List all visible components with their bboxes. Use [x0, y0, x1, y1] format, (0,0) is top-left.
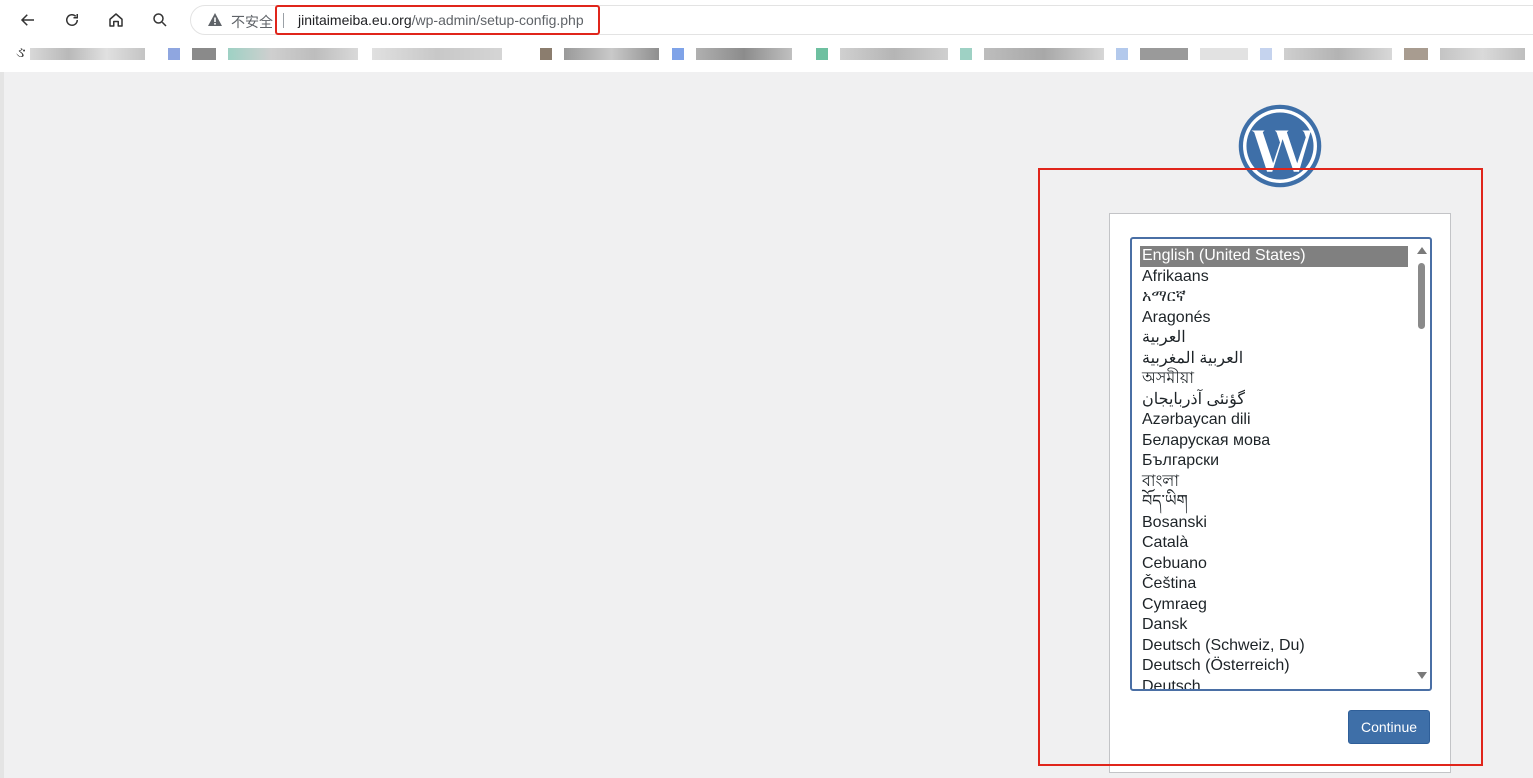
bookmark-item[interactable]: [168, 48, 180, 60]
bookmark-item[interactable]: [696, 48, 792, 60]
setup-highlight-box: [1038, 168, 1483, 766]
bookmark-glyph[interactable]: ઙ: [16, 44, 26, 61]
bookmark-item[interactable]: [564, 48, 659, 60]
bookmark-item[interactable]: [1404, 48, 1428, 60]
chrome-border: [0, 68, 1533, 72]
bookmark-item[interactable]: [1260, 48, 1272, 60]
bookmark-item[interactable]: [984, 48, 1104, 60]
bookmark-item[interactable]: [1200, 48, 1248, 60]
bookmark-item[interactable]: [1284, 48, 1392, 60]
reload-button[interactable]: [58, 6, 86, 34]
window-edge: [0, 72, 4, 778]
browser-toolbar: 不安全 jinitaimeiba.eu.org/wp-admin/setup-c…: [0, 0, 1533, 40]
bookmark-item[interactable]: [192, 48, 216, 60]
home-button[interactable]: [102, 6, 130, 34]
bookmark-item[interactable]: [816, 48, 828, 60]
back-arrow-icon: [20, 14, 34, 26]
bookmark-item[interactable]: [1116, 48, 1128, 60]
search-button[interactable]: [146, 6, 174, 34]
warning-icon: [208, 13, 222, 26]
reload-icon: [66, 14, 78, 26]
bookmark-item[interactable]: [228, 48, 358, 60]
url-highlight-box: [275, 5, 600, 35]
bookmark-item[interactable]: [372, 48, 502, 60]
back-button[interactable]: [14, 6, 42, 34]
bookmark-item[interactable]: [840, 48, 948, 60]
bookmark-item[interactable]: [1440, 48, 1525, 60]
search-icon: [153, 13, 167, 27]
bookmark-item[interactable]: [1140, 48, 1188, 60]
security-label[interactable]: 不安全: [231, 12, 273, 32]
bookmark-item[interactable]: [30, 48, 145, 60]
bookmark-item[interactable]: [540, 48, 552, 60]
bookmark-item[interactable]: [672, 48, 684, 60]
bookmark-item[interactable]: [960, 48, 972, 60]
home-icon: [109, 13, 123, 27]
